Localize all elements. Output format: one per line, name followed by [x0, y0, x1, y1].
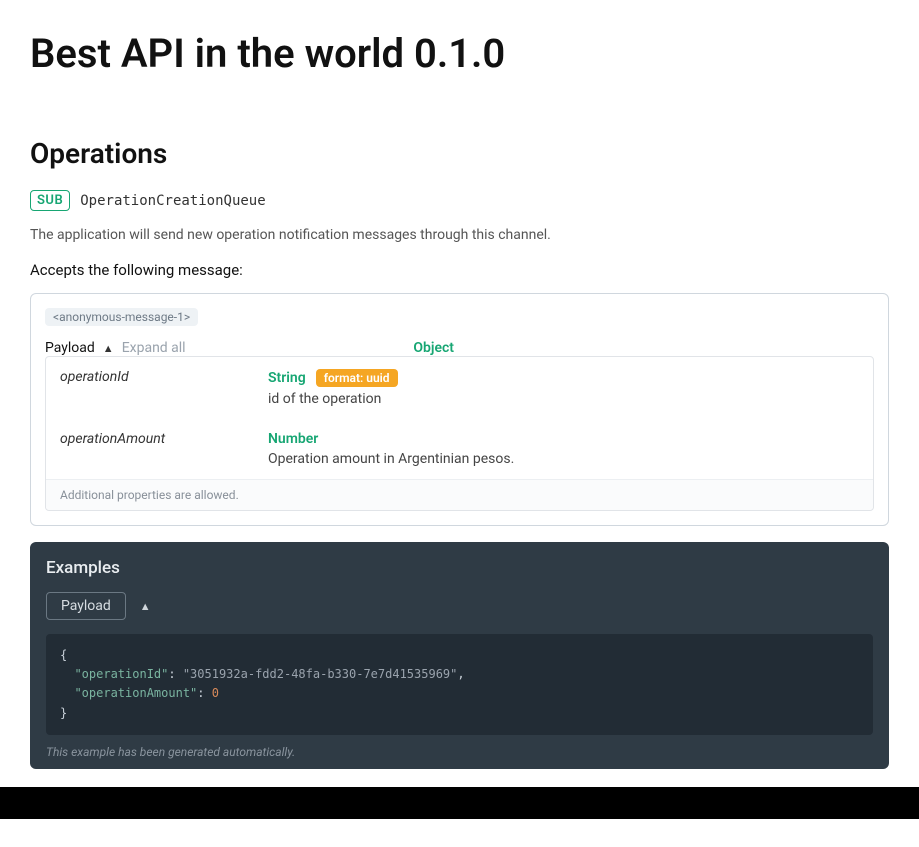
operation-header: SUB OperationCreationQueue [30, 190, 889, 211]
accepts-label: Accepts the following message: [30, 261, 889, 279]
format-uuid-badge: format: uuid [316, 369, 398, 387]
page-title: Best API in the world 0.1.0 [30, 30, 889, 77]
brace-close: } [60, 706, 67, 720]
anonymous-message-badge: <anonymous-message-1> [45, 308, 198, 326]
schema-description: id of the operation [268, 391, 859, 407]
code-example: { "operationId": "3051932a-fdd2-48fa-b33… [46, 634, 873, 735]
operation-name: OperationCreationQueue [80, 193, 265, 209]
chevron-up-icon[interactable]: ▲ [140, 600, 151, 613]
sub-badge: SUB [30, 190, 70, 211]
type-number-label: Number [268, 431, 318, 447]
schema-row-operationid: operationId String format: uuid id of th… [46, 357, 873, 419]
schema-footer: Additional properties are allowed. [46, 479, 873, 510]
operations-heading: Operations [30, 137, 889, 170]
schema-box: operationId String format: uuid id of th… [45, 356, 874, 511]
schema-key: operationAmount [60, 431, 268, 467]
examples-panel: Examples Payload ▲ { "operationId": "305… [30, 542, 889, 769]
type-object-label: Object [413, 340, 874, 356]
type-string-label: String [268, 370, 306, 386]
json-key: "operationAmount" [74, 686, 197, 700]
payload-header-row: Payload ▲ Expand all Object [45, 340, 874, 356]
json-key: "operationId" [74, 667, 168, 681]
json-string: "3051932a-fdd2-48fa-b330-7e7d41535969" [183, 667, 458, 681]
chevron-up-icon[interactable]: ▲ [103, 342, 114, 355]
payload-label[interactable]: Payload [45, 340, 95, 356]
payload-tab[interactable]: Payload [46, 592, 126, 620]
json-number: 0 [212, 686, 219, 700]
schema-key: operationId [60, 369, 268, 407]
operation-description: The application will send new operation … [30, 227, 889, 243]
expand-all-button[interactable]: Expand all [122, 340, 186, 356]
brace-open: { [60, 648, 67, 662]
message-box: <anonymous-message-1> Payload ▲ Expand a… [30, 293, 889, 526]
examples-title: Examples [46, 558, 873, 578]
footer-bar [0, 787, 919, 819]
generated-note: This example has been generated automati… [46, 745, 873, 759]
schema-description: Operation amount in Argentinian pesos. [268, 451, 859, 467]
schema-row-operationamount: operationAmount Number Operation amount … [46, 419, 873, 479]
